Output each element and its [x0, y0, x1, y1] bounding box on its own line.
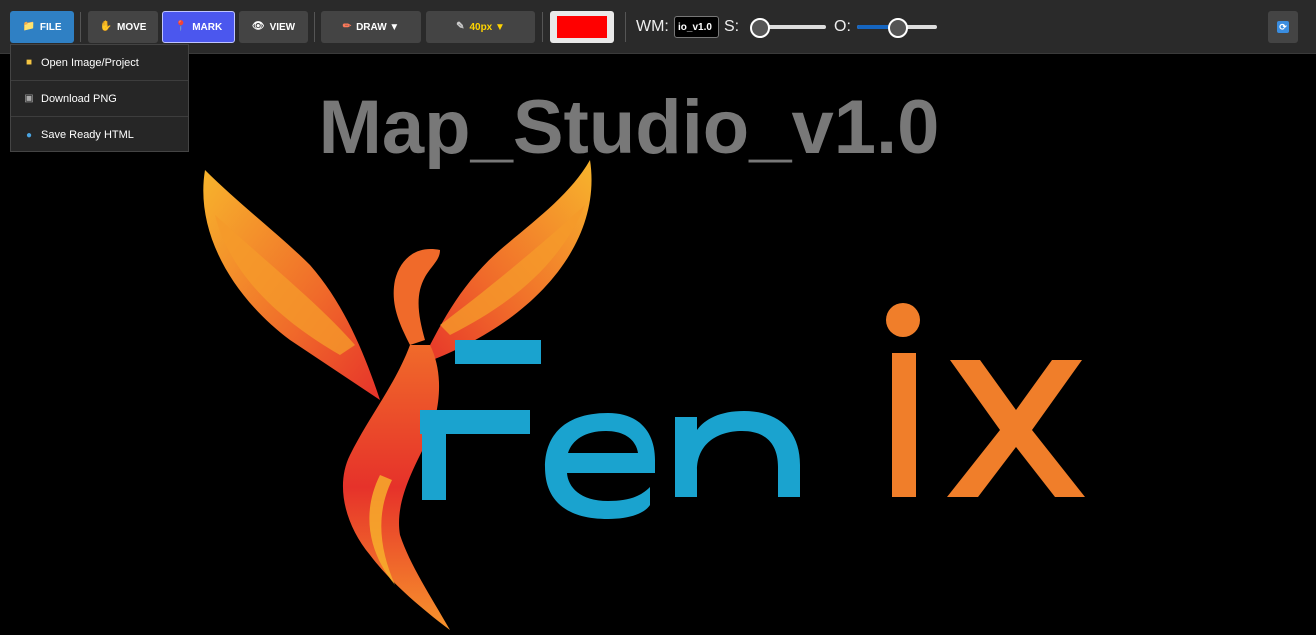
logo-letter-n: [675, 411, 800, 497]
refresh-button[interactable]: ⟳: [1268, 11, 1298, 43]
phoenix-head: [393, 249, 440, 345]
logo-letter-x: [947, 360, 1085, 497]
slider-thumb[interactable]: [749, 18, 770, 38]
menu-item-label: Download PNG: [41, 92, 117, 105]
size-slider-label: S:: [724, 18, 740, 35]
menu-item-label: Open Image/Project: [41, 56, 139, 69]
menu-item-save-html[interactable]: ● Save Ready HTML: [11, 117, 188, 153]
watermark-label: WM:: [636, 18, 669, 35]
refresh-icon: ⟳: [1277, 21, 1289, 33]
file-menu: ■ Open Image/Project ▣ Download PNG ● Sa…: [10, 44, 189, 152]
toolbar-divider: [314, 12, 315, 42]
folder-icon: 📁: [22, 21, 35, 32]
file-button-label: FILE: [39, 21, 62, 33]
opacity-slider-label: O:: [834, 18, 851, 35]
phoenix-right-wing: [420, 160, 592, 365]
logo-letter-i: [886, 303, 920, 497]
toolbar-divider: [80, 12, 81, 42]
pencil-icon: ✏: [342, 21, 352, 32]
map-canvas[interactable]: Map_Studio_v1.0: [0, 55, 1316, 635]
brush-icon: ✎: [456, 21, 465, 32]
menu-item-download-png[interactable]: ▣ Download PNG: [11, 81, 188, 117]
brush-size-dropdown[interactable]: ✎ 40px ▼: [426, 11, 535, 43]
toolbar-divider: [542, 12, 543, 42]
menu-item-label: Save Ready HTML: [41, 129, 134, 141]
watermark-opacity-slider[interactable]: [857, 18, 937, 38]
view-tool-label: VIEW: [269, 21, 296, 33]
mark-tool-button[interactable]: 📍 MARK: [162, 11, 235, 43]
move-tool-button[interactable]: ✋ MOVE: [88, 11, 158, 43]
view-tool-button[interactable]: 👁 VIEW: [239, 11, 308, 43]
draw-dropdown-button[interactable]: ✏ DRAW ▼: [321, 11, 421, 43]
watermark-size-slider[interactable]: [749, 18, 826, 38]
eye-icon: 👁: [251, 21, 265, 32]
logo-letter-f: [420, 340, 541, 500]
toolbar: 📁 FILE ✋ MOVE 📍 MARK 👁 VIEW ✏ DRAW ▼ ✎ 4…: [0, 0, 1316, 54]
color-picker[interactable]: [550, 11, 614, 43]
draw-dropdown-label: DRAW ▼: [356, 21, 400, 33]
toolbar-divider: [625, 12, 626, 42]
slider-thumb[interactable]: [888, 18, 908, 38]
mark-tool-label: MARK: [192, 21, 223, 33]
pin-icon: 📍: [174, 21, 188, 32]
folder-icon: ■: [25, 57, 33, 68]
hand-icon: ✋: [99, 21, 112, 32]
menu-item-open-image[interactable]: ■ Open Image/Project: [11, 45, 188, 81]
logo-letter-e: [545, 413, 655, 519]
brush-size-value: 40px ▼: [469, 21, 505, 33]
globe-icon: ●: [25, 129, 33, 141]
watermark-text-input[interactable]: [674, 16, 719, 38]
file-button[interactable]: 📁 FILE: [10, 11, 74, 43]
move-tool-label: MOVE: [117, 21, 147, 33]
camera-icon: ▣: [24, 93, 34, 104]
color-swatch: [557, 16, 607, 38]
